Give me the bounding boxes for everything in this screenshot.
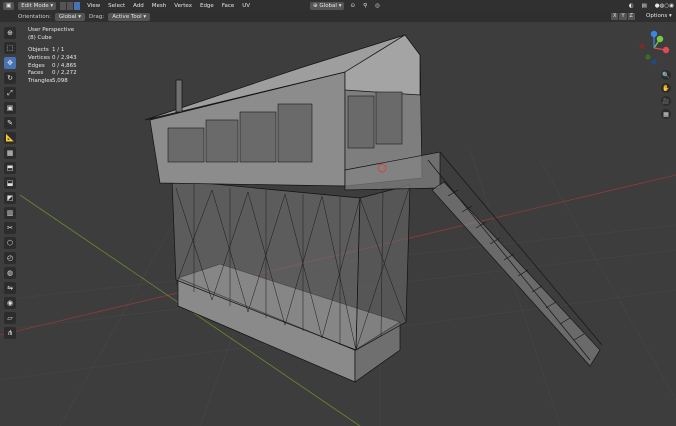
mirror-axes: X Y Z — [611, 13, 635, 20]
viewport-header: ▣ Edit Mode ▾ View Select Add Mesh Verte… — [0, 0, 676, 11]
mirror-y-toggle[interactable]: Y — [619, 13, 627, 20]
edge-select-icon[interactable] — [67, 1, 75, 10]
tool-settings-bar: Orientation: Global ▾ Drag: Active Tool … — [0, 11, 676, 22]
mirror-x-toggle[interactable]: X — [611, 13, 619, 20]
menu-view[interactable]: View — [85, 3, 102, 9]
inset-tool-icon[interactable]: ⬓ — [4, 177, 16, 189]
move-tool-icon[interactable]: ✥ — [4, 57, 16, 69]
stat-vertices: Vertices 0 / 2,943 — [28, 54, 77, 61]
staircase — [427, 151, 603, 367]
pan-hand-icon[interactable]: ✋ — [661, 83, 671, 93]
editor-type-button[interactable]: ▣ — [3, 1, 15, 10]
zoom-icon[interactable]: 🔍 — [661, 70, 671, 80]
gizmo-x-axis[interactable] — [662, 46, 670, 54]
gizmo-neg-z-axis[interactable] — [651, 59, 657, 65]
face-select-icon[interactable] — [74, 1, 82, 10]
view-name: User Perspective — [28, 27, 75, 33]
menu-edge[interactable]: Edge — [198, 3, 216, 9]
menu-add[interactable]: Add — [131, 3, 146, 9]
mirror-z-toggle[interactable]: Z — [627, 13, 635, 20]
smooth-tool-icon[interactable]: ◍ — [4, 267, 16, 279]
viewport-shading-icon[interactable]: ●◍○◉ — [653, 3, 676, 9]
shear-tool-icon[interactable]: ▱ — [4, 312, 16, 324]
mesh-statistics: Objects 1 / 1 Vertices 0 / 2,943 Edges 0 / … — [28, 47, 77, 86]
menu-select[interactable]: Select — [106, 3, 127, 9]
3d-viewport[interactable] — [0, 22, 676, 426]
extrude-tool-icon[interactable]: ⬒ — [4, 162, 16, 174]
transform-orientation-dropdown[interactable]: ⊕ Global ▾ — [310, 1, 345, 10]
navigation-gizmo[interactable] — [636, 30, 672, 66]
stat-edges: Edges 0 / 4,865 — [28, 62, 77, 69]
select-mode-buttons — [60, 1, 82, 10]
left-toolbar: ⊕ ⬚ ✥ ↻ ⤢ ▣ ✎ 📐 ▦ ⬒ ⬓ ◩ ▥ ✂ ⬡ ◴ ◍ ⇋ ◉ ▱ … — [2, 27, 18, 342]
gizmo-neg-y-axis[interactable] — [645, 54, 651, 60]
menu-vertex[interactable]: Vertex — [172, 3, 194, 9]
editor-type-icon: ▣ — [6, 2, 12, 9]
ortho-toggle-icon[interactable]: ▦ — [661, 109, 671, 119]
stat-triangles: Triangles5,098 — [28, 78, 68, 85]
knife-tool-icon[interactable]: ✂ — [4, 222, 16, 234]
add-cube-tool-icon[interactable]: ▦ — [4, 147, 16, 159]
bevel-tool-icon[interactable]: ◩ — [4, 192, 16, 204]
drag-label: Drag: — [88, 13, 105, 20]
select-box-tool-icon[interactable]: ⬚ — [4, 42, 16, 54]
menu-face[interactable]: Face — [220, 3, 236, 9]
orientation-icon: ⊕ — [313, 2, 318, 9]
measure-tool-icon[interactable]: 📐 — [4, 132, 16, 144]
stat-objects: Objects 1 / 1 — [28, 47, 65, 53]
snap-icon[interactable]: ⚲ — [361, 3, 369, 9]
menu-mesh[interactable]: Mesh — [150, 3, 168, 9]
edge-slide-tool-icon[interactable]: ⇋ — [4, 282, 16, 294]
rotate-tool-icon[interactable]: ↻ — [4, 72, 16, 84]
poly-build-tool-icon[interactable]: ⬡ — [4, 237, 16, 249]
gizmo-y-axis[interactable] — [656, 35, 664, 43]
rip-tool-icon[interactable]: ⋔ — [4, 327, 16, 339]
overlays-icon[interactable]: ◐ — [627, 3, 636, 9]
drag-dropdown[interactable]: Active Tool ▾ — [108, 12, 151, 21]
vertex-select-icon[interactable] — [60, 1, 68, 10]
object-name: (8) Cube — [28, 34, 52, 41]
gizmo-z-axis[interactable] — [650, 30, 658, 38]
loop-cut-tool-icon[interactable]: ▥ — [4, 207, 16, 219]
options-dropdown[interactable]: Options ▾ — [646, 13, 672, 19]
pivot-icon[interactable]: ⊙ — [348, 3, 357, 9]
viewport-info: User Perspective (8) Cube — [28, 27, 74, 42]
transform-tool-icon[interactable]: ▣ — [4, 102, 16, 114]
cursor-tool-icon[interactable]: ⊕ — [4, 27, 16, 39]
xray-icon[interactable]: ▤ — [640, 3, 649, 9]
proportional-icon[interactable]: ◎ — [373, 3, 382, 9]
gizmo-neg-x-axis[interactable] — [639, 43, 645, 49]
orientation-dropdown[interactable]: Global ▾ — [54, 12, 85, 21]
annotate-tool-icon[interactable]: ✎ — [4, 117, 16, 129]
orientation-label: Orientation: — [18, 13, 51, 20]
mode-dropdown[interactable]: Edit Mode ▾ — [18, 1, 57, 10]
camera-view-icon[interactable]: 🎥 — [661, 96, 671, 106]
spin-tool-icon[interactable]: ◴ — [4, 252, 16, 264]
menu-uv[interactable]: UV — [240, 3, 252, 9]
scale-tool-icon[interactable]: ⤢ — [4, 87, 16, 99]
stat-faces: Faces 0 / 2,272 — [28, 70, 77, 77]
chimney — [175, 79, 183, 113]
shrink-fatten-tool-icon[interactable]: ◉ — [4, 297, 16, 309]
